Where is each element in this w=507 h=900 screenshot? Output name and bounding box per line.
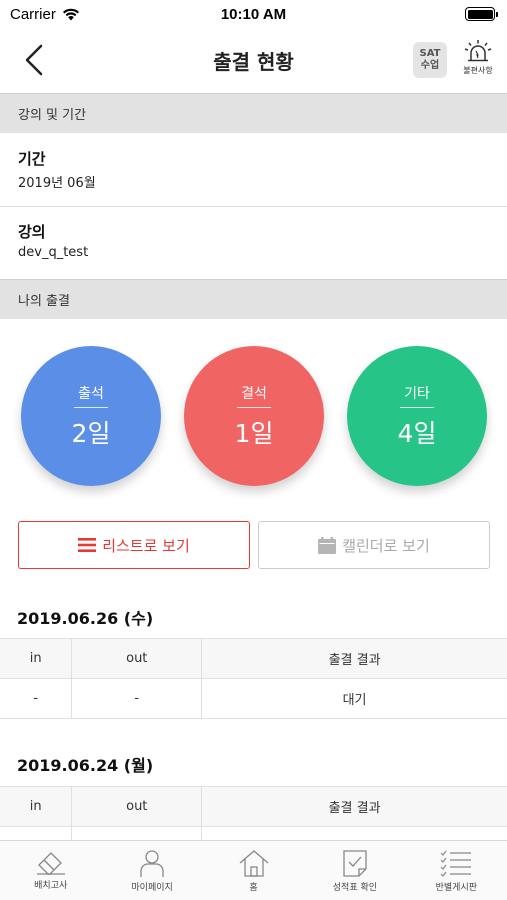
status-left: Carrier bbox=[10, 6, 80, 23]
nav-bar: 출결 현황 SAT 수업 불편사항 bbox=[0, 28, 507, 92]
stat-label: 결석 bbox=[237, 383, 271, 408]
cell-result: 대기 bbox=[201, 678, 507, 719]
sat-class-button[interactable]: SAT 수업 bbox=[413, 42, 447, 78]
stat-label: 출석 bbox=[74, 383, 108, 408]
person-icon bbox=[140, 850, 164, 877]
lecture-value: dev_q_test bbox=[18, 245, 89, 260]
calendar-view-label: 캘린더로 보기 bbox=[342, 536, 430, 555]
stat-value: 4일 bbox=[397, 418, 437, 448]
report-check-icon bbox=[343, 850, 367, 877]
section-header-lecture-period: 강의 및 기간 bbox=[0, 93, 507, 133]
column-header: 출결 결과 bbox=[201, 638, 507, 679]
pencil-eraser-icon bbox=[36, 852, 65, 875]
tab-placement-test[interactable]: 배치고사 bbox=[0, 841, 101, 900]
cell-out: - bbox=[71, 678, 203, 719]
record-date: 2019.06.26 (수) bbox=[17, 609, 154, 628]
section-header-my-attendance: 나의 출결 bbox=[0, 279, 507, 319]
divider bbox=[0, 206, 507, 207]
period-value: 2019년 06월 bbox=[18, 176, 96, 191]
list-view-label: 리스트로 보기 bbox=[102, 536, 190, 555]
complaint-button[interactable]: 불편사항 bbox=[455, 38, 501, 84]
calendar-icon bbox=[318, 536, 337, 554]
attendance-table: in out 출결 결과 - - 대기 bbox=[0, 638, 507, 719]
sat-label: SAT bbox=[419, 48, 441, 59]
cell-in: - bbox=[0, 678, 73, 719]
period-label: 기간 bbox=[18, 150, 46, 168]
column-header: in bbox=[0, 786, 73, 827]
column-header: in bbox=[0, 638, 73, 679]
table-header-row: in out 출결 결과 bbox=[0, 638, 507, 679]
lecture-row: 강의 dev_q_test bbox=[0, 221, 507, 260]
stat-label: 기타 bbox=[400, 383, 434, 408]
sat-sub-label: 수업 bbox=[420, 60, 440, 71]
tab-label: 배치고사 bbox=[34, 881, 68, 891]
status-bar: Carrier 10:10 AM bbox=[0, 0, 507, 28]
table-header-row: in out 출결 결과 bbox=[0, 786, 507, 827]
tab-label: 반별게시판 bbox=[435, 883, 478, 893]
back-button[interactable] bbox=[14, 38, 54, 82]
calendar-view-button[interactable]: 캘린더로 보기 bbox=[258, 521, 490, 569]
tab-label: 마이페이지 bbox=[131, 883, 173, 893]
lecture-label: 강의 bbox=[18, 223, 46, 241]
complaint-label: 불편사항 bbox=[463, 66, 493, 75]
wifi-icon bbox=[62, 8, 79, 20]
tab-class-board[interactable]: 반별게시판 bbox=[406, 841, 507, 900]
battery-icon bbox=[465, 7, 498, 21]
page-title: 출결 현황 bbox=[213, 49, 294, 74]
table-row: - - 대기 bbox=[0, 678, 507, 719]
chevron-left-icon bbox=[25, 44, 43, 76]
stat-value: 1일 bbox=[234, 418, 274, 448]
attendance-other-circle: 기타 4일 bbox=[347, 346, 487, 486]
column-header: 출결 결과 bbox=[201, 786, 507, 827]
siren-icon bbox=[464, 40, 492, 62]
checklist-icon bbox=[440, 850, 472, 877]
tab-my-page[interactable]: 마이페이지 bbox=[101, 841, 202, 900]
list-view-button[interactable]: 리스트로 보기 bbox=[18, 521, 250, 569]
stat-value: 2일 bbox=[71, 418, 111, 448]
tab-label: 홈 bbox=[249, 883, 258, 893]
attendance-present-circle: 출석 2일 bbox=[21, 346, 161, 486]
tab-report-card[interactable]: 성적표 확인 bbox=[304, 841, 405, 900]
column-header: out bbox=[71, 638, 203, 679]
bottom-tab-bar: 배치고사 마이페이지 홈 성적표 확인 반별게시판 bbox=[0, 840, 507, 900]
tab-home[interactable]: 홈 bbox=[203, 841, 304, 900]
tab-label: 성적표 확인 bbox=[332, 883, 378, 893]
list-icon bbox=[78, 538, 97, 552]
home-icon bbox=[239, 850, 268, 877]
column-header: out bbox=[71, 786, 203, 827]
period-row: 기간 2019년 06월 bbox=[0, 148, 507, 191]
record-date: 2019.06.24 (월) bbox=[17, 756, 154, 775]
carrier-label: Carrier bbox=[10, 5, 56, 23]
attendance-absent-circle: 결석 1일 bbox=[184, 346, 324, 486]
